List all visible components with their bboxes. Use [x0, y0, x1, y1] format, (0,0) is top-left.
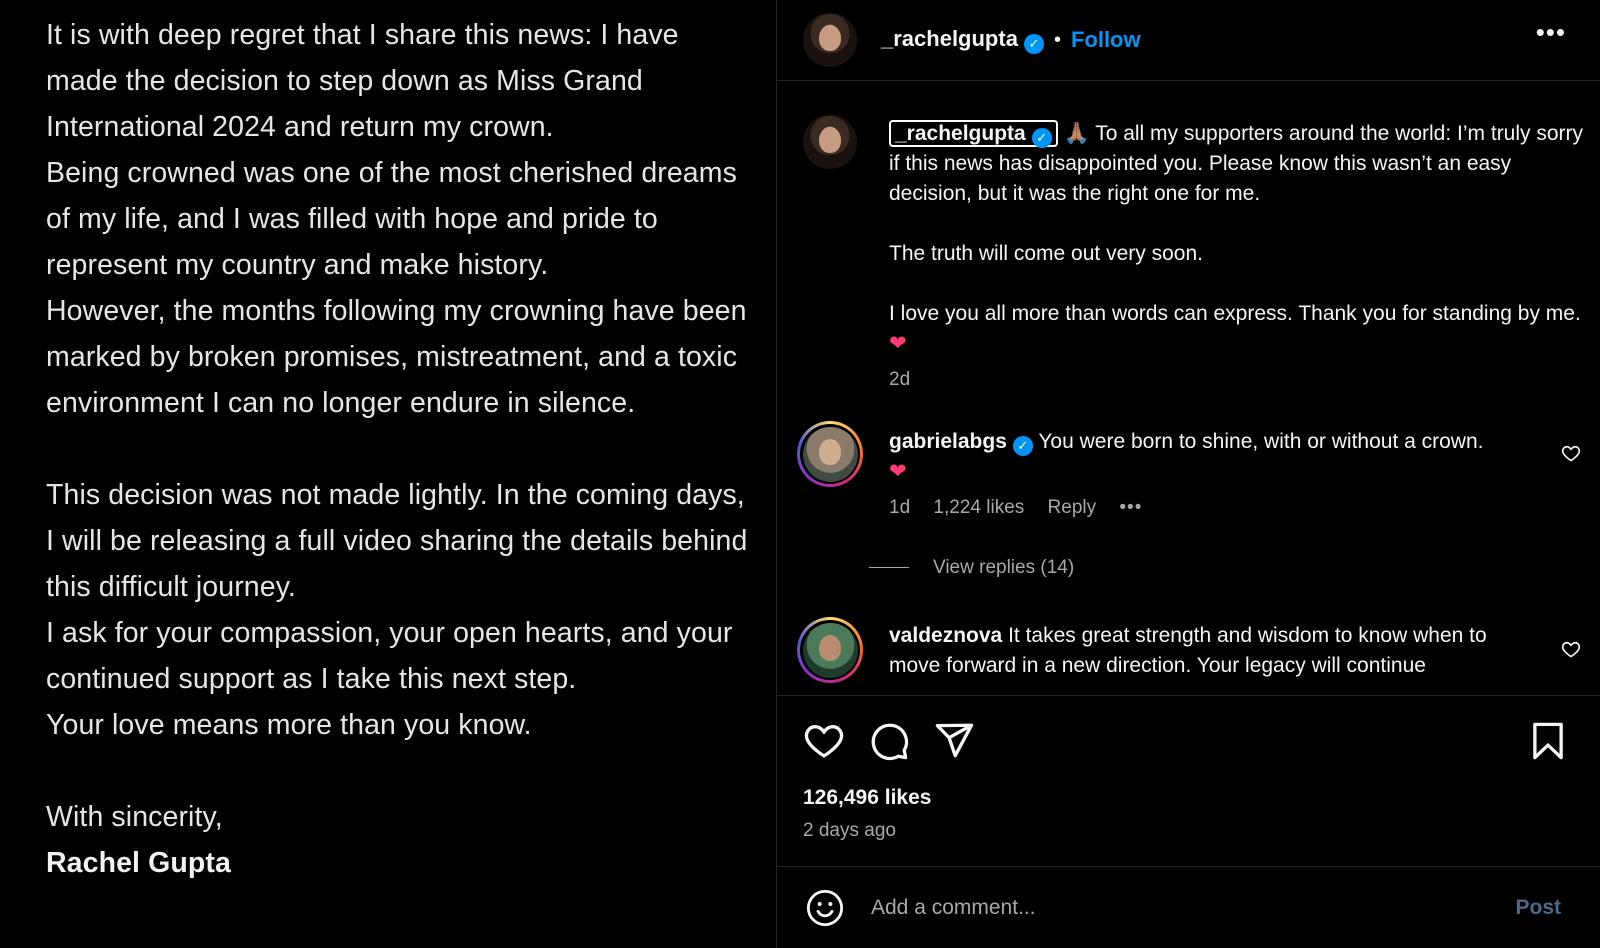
- header-username[interactable]: _rachelgupta ✓: [881, 26, 1044, 54]
- statement-paragraph-1: It is with deep regret that I share this…: [46, 19, 679, 143]
- caption-meta: 2d: [889, 365, 1585, 395]
- statement-paragraph-4: This decision was not made lightly. In t…: [46, 479, 748, 603]
- heart-emoji: ❤: [889, 332, 907, 355]
- comment-likes[interactable]: 1,224 likes: [933, 497, 1024, 518]
- avatar[interactable]: [803, 13, 857, 67]
- comment-avatar-wrap: [797, 421, 863, 487]
- save-bookmark-icon[interactable]: [1527, 720, 1569, 762]
- post-header: _rachelgupta ✓ • Follow •••: [777, 0, 1600, 81]
- statement-paragraph-2: Being crowned was one of the most cheris…: [46, 157, 737, 281]
- statement-signature: Rachel Gupta: [46, 847, 231, 879]
- statement-paragraph-6: Your love means more than you know.: [46, 709, 532, 741]
- verified-badge-icon: ✓: [1031, 128, 1052, 148]
- reply-button[interactable]: Reply: [1048, 497, 1097, 518]
- verified-badge-icon: ✓: [1023, 34, 1044, 54]
- comment-body: valdeznova It takes great strength and w…: [889, 621, 1491, 681]
- comment-username[interactable]: gabrielabgs: [889, 430, 1007, 453]
- comment-time[interactable]: 1d: [889, 497, 910, 518]
- post-timestamp[interactable]: 2 days ago: [803, 820, 896, 842]
- comments-list[interactable]: _rachelgupta ✓ 🙏🏽 To all my supporters ar…: [777, 81, 1600, 695]
- caption-emoji: 🙏🏽: [1063, 122, 1090, 145]
- comment-meta: 1d 1,224 likes Reply •••: [889, 493, 1491, 523]
- avatar[interactable]: [802, 426, 858, 482]
- comment-text: You were born to shine, with or without …: [1038, 430, 1484, 453]
- action-bar: 126,496 likes 2 days ago: [777, 695, 1600, 867]
- comment-more-button[interactable]: •••: [1119, 497, 1142, 518]
- verified-badge-icon: ✓: [1012, 436, 1033, 456]
- separator-dot: •: [1053, 28, 1061, 51]
- heart-emoji: ❤: [889, 460, 907, 483]
- caption-username-text[interactable]: _rachelgupta: [895, 122, 1026, 145]
- view-replies-button[interactable]: View replies (14): [869, 557, 1074, 579]
- statement-paragraph-3: However, the months following my crownin…: [46, 295, 747, 419]
- caption-body: _rachelgupta ✓ 🙏🏽 To all my supporters ar…: [889, 119, 1585, 395]
- more-options-button[interactable]: •••: [1536, 19, 1566, 45]
- comment-username[interactable]: valdeznova: [889, 624, 1002, 647]
- add-comment-bar: Post: [777, 867, 1600, 948]
- avatar[interactable]: [803, 115, 857, 169]
- caption-text-3-wrap: I love you all more than words can expre…: [889, 299, 1585, 359]
- post-likes-count[interactable]: 126,496 likes: [803, 786, 931, 810]
- caption-avatar-wrap: [803, 115, 857, 169]
- post-image: It is with deep regret that I share this…: [0, 0, 776, 948]
- view-replies-line: [869, 567, 909, 569]
- story-ring[interactable]: [797, 421, 863, 487]
- caption-text-3: I love you all more than words can expre…: [889, 302, 1581, 325]
- like-heart-icon[interactable]: [803, 720, 845, 762]
- story-ring[interactable]: [797, 617, 863, 683]
- statement-paragraph-5: I ask for your compassion, your open hea…: [46, 617, 733, 695]
- follow-button[interactable]: Follow: [1071, 27, 1141, 53]
- share-send-icon[interactable]: [933, 720, 975, 762]
- caption-username[interactable]: _rachelgupta ✓: [889, 120, 1058, 148]
- story-ring-inner: [800, 424, 860, 484]
- view-replies-label[interactable]: View replies (14): [933, 557, 1074, 578]
- comment-body: gabrielabgs ✓ You were born to shine, wit…: [889, 427, 1491, 523]
- emoji-smiley-icon[interactable]: [805, 888, 845, 928]
- statement-closing: With sincerity,: [46, 801, 223, 833]
- like-comment-heart-icon[interactable]: [1561, 639, 1581, 659]
- caption-text-2: The truth will come out very soon.: [889, 242, 1203, 265]
- comment-input[interactable]: [869, 894, 1516, 921]
- instagram-post-view: It is with deep regret that I share this…: [0, 0, 1600, 948]
- avatar[interactable]: [802, 622, 858, 678]
- post-comment-button[interactable]: Post: [1515, 896, 1561, 920]
- comment-bubble-icon[interactable]: [868, 720, 910, 762]
- comment-avatar-wrap: [797, 617, 863, 683]
- like-comment-heart-icon[interactable]: [1561, 443, 1581, 463]
- caption-time[interactable]: 2d: [889, 369, 910, 390]
- post-side-panel: _rachelgupta ✓ • Follow ••• _rachelgupta ✓…: [776, 0, 1600, 948]
- story-ring-inner: [800, 620, 860, 680]
- header-username-text[interactable]: _rachelgupta: [881, 26, 1018, 51]
